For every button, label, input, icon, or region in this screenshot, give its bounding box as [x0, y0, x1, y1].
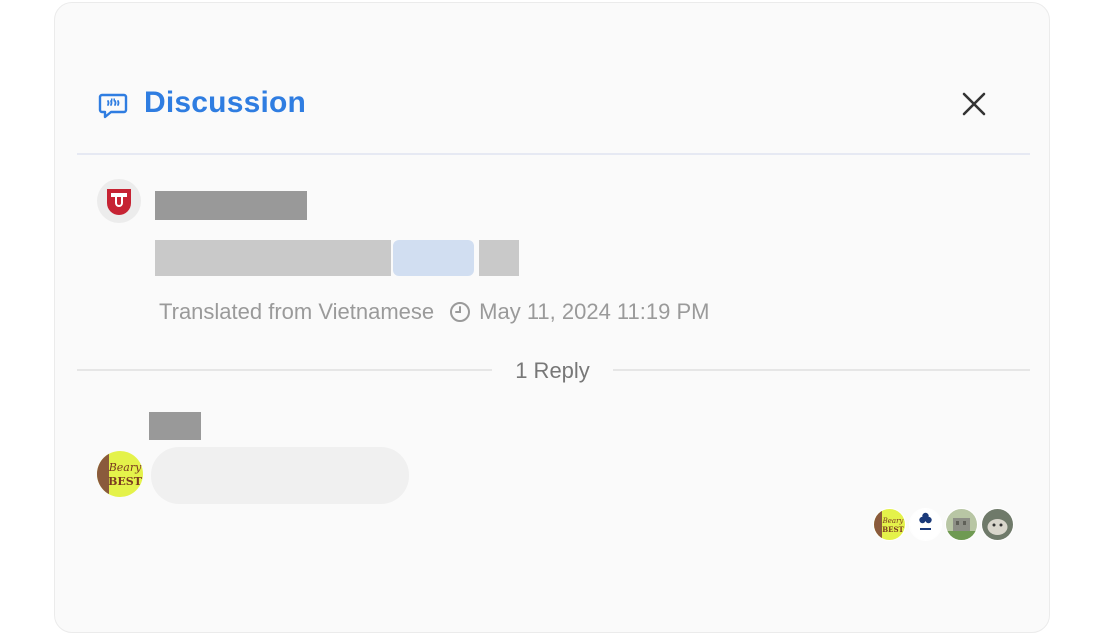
- reactor-avatar-3[interactable]: [945, 508, 978, 541]
- animal-photo-icon: [982, 509, 1013, 540]
- commenter-name-redacted: [155, 191, 307, 220]
- reactor-avatar-4[interactable]: [981, 508, 1014, 541]
- reply-divider-right: [613, 369, 1030, 371]
- reply-avatar[interactable]: Beary BEST: [97, 451, 143, 497]
- comment-meta: Translated from Vietnamese May 11, 2024 …: [159, 299, 709, 325]
- comment-text-redacted: [155, 240, 391, 276]
- close-icon[interactable]: [957, 87, 991, 121]
- bear-avatar-icon: Beary BEST: [874, 509, 905, 540]
- discussion-panel: " Discussion Translated from Vietnamese: [54, 2, 1050, 633]
- reply-count[interactable]: 1 Reply: [492, 358, 613, 384]
- panel-title: Discussion: [144, 86, 307, 119]
- header-divider: [77, 153, 1030, 155]
- comment-timestamp: May 11, 2024 11:19 PM: [479, 299, 710, 324]
- clock-icon: [449, 301, 471, 323]
- svg-text:Beary: Beary: [882, 517, 905, 525]
- comment-text-redacted-end: [479, 240, 519, 276]
- svg-text:BEST: BEST: [108, 475, 143, 488]
- svg-text:Beary: Beary: [108, 461, 142, 474]
- comment-mention-redacted[interactable]: [393, 240, 474, 276]
- commenter-avatar[interactable]: [97, 179, 141, 223]
- building-photo-icon: [946, 509, 977, 540]
- org-logo-icon: [910, 509, 941, 540]
- reply-divider-left: [77, 369, 492, 371]
- svg-text:BEST: BEST: [882, 525, 904, 534]
- reaction-avatars[interactable]: Beary BEST: [873, 508, 1017, 541]
- reactor-avatar-1[interactable]: Beary BEST: [873, 508, 906, 541]
- bear-avatar-icon: Beary BEST: [97, 451, 143, 497]
- chat-bubble-icon: ": [98, 90, 128, 120]
- close-button[interactable]: [957, 87, 991, 121]
- reply-bubble[interactable]: [151, 447, 409, 504]
- reply-author-redacted: [149, 412, 201, 440]
- translation-label[interactable]: Translated from Vietnamese: [159, 299, 434, 325]
- reactor-avatar-2[interactable]: [909, 508, 942, 541]
- brand-logo-icon: [107, 189, 131, 215]
